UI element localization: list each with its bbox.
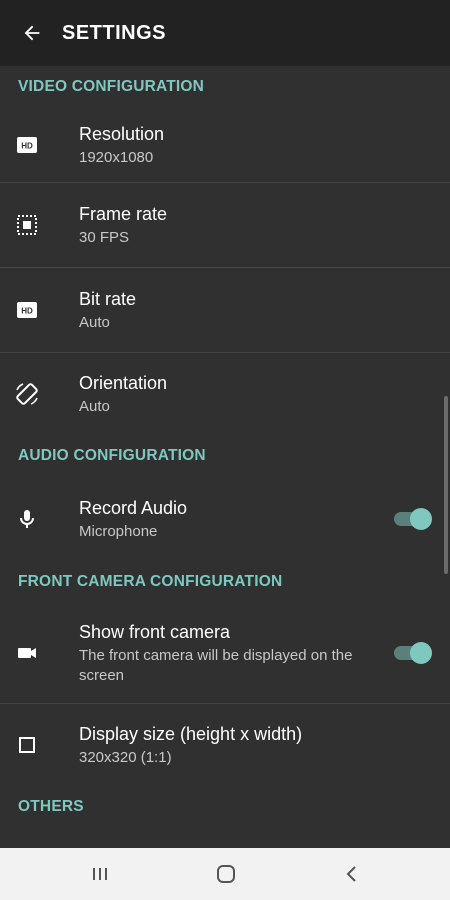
setting-resolution[interactable]: HD Resolution 1920x1080 (0, 108, 450, 182)
setting-show-front-camera[interactable]: Show front camera The front camera will … (0, 603, 450, 703)
setting-title: Record Audio (79, 497, 188, 518)
setting-title: Display size (height x width) (79, 723, 303, 744)
svg-text:HD: HD (21, 142, 33, 151)
setting-value: Auto (79, 313, 110, 331)
setting-value: 320x320 (1:1) (79, 748, 172, 766)
toggle-thumb (410, 508, 432, 530)
setting-value: 30 FPS (79, 228, 130, 246)
navigation-bar (0, 848, 450, 900)
recent-apps-icon[interactable] (88, 862, 112, 886)
setting-value: 1920x1080 (79, 148, 154, 166)
record-audio-toggle[interactable] (392, 507, 432, 531)
setting-title: Resolution (79, 123, 165, 144)
svg-text:HD: HD (21, 307, 33, 316)
nav-back-icon[interactable] (340, 862, 364, 886)
setting-title: Frame rate (79, 203, 168, 224)
setting-value: Auto (79, 397, 110, 415)
setting-title: Orientation (79, 372, 168, 393)
section-header-audio: AUDIO CONFIGURATION (18, 447, 206, 464)
section-header-others: OTHERS (18, 798, 84, 815)
page-title: SETTINGS (62, 21, 167, 44)
frame-rate-icon (14, 212, 40, 238)
setting-title: Bit rate (79, 288, 137, 309)
setting-bit-rate[interactable]: HD Bit rate Auto (0, 268, 450, 352)
videocam-icon (14, 640, 40, 666)
setting-record-audio[interactable]: Record Audio Microphone (0, 477, 450, 561)
hd-icon: HD (14, 297, 40, 323)
section-header-front-camera: FRONT CAMERA CONFIGURATION (18, 573, 283, 590)
setting-value: Microphone (79, 522, 158, 540)
microphone-icon (14, 506, 40, 532)
setting-value: The front camera will be displayed on th… (79, 646, 353, 684)
arrow-back-icon[interactable] (18, 19, 46, 47)
show-front-camera-toggle[interactable] (392, 641, 432, 665)
hd-icon: HD (14, 132, 40, 158)
setting-display-size[interactable]: Display size (height x width) 320x320 (1… (0, 704, 450, 786)
setting-orientation[interactable]: Orientation Auto (0, 353, 450, 435)
setting-title: Show front camera (79, 621, 231, 642)
square-icon (14, 732, 40, 758)
scrollbar[interactable] (444, 396, 448, 574)
settings-list: VIDEO CONFIGURATION HD Resolution 1920x1… (0, 66, 450, 828)
screen-rotation-icon (14, 381, 40, 407)
home-icon[interactable] (214, 862, 238, 886)
toggle-thumb (410, 642, 432, 664)
setting-frame-rate[interactable]: Frame rate 30 FPS (0, 183, 450, 267)
app-bar: SETTINGS (0, 0, 450, 66)
section-header-video: VIDEO CONFIGURATION (18, 78, 205, 95)
